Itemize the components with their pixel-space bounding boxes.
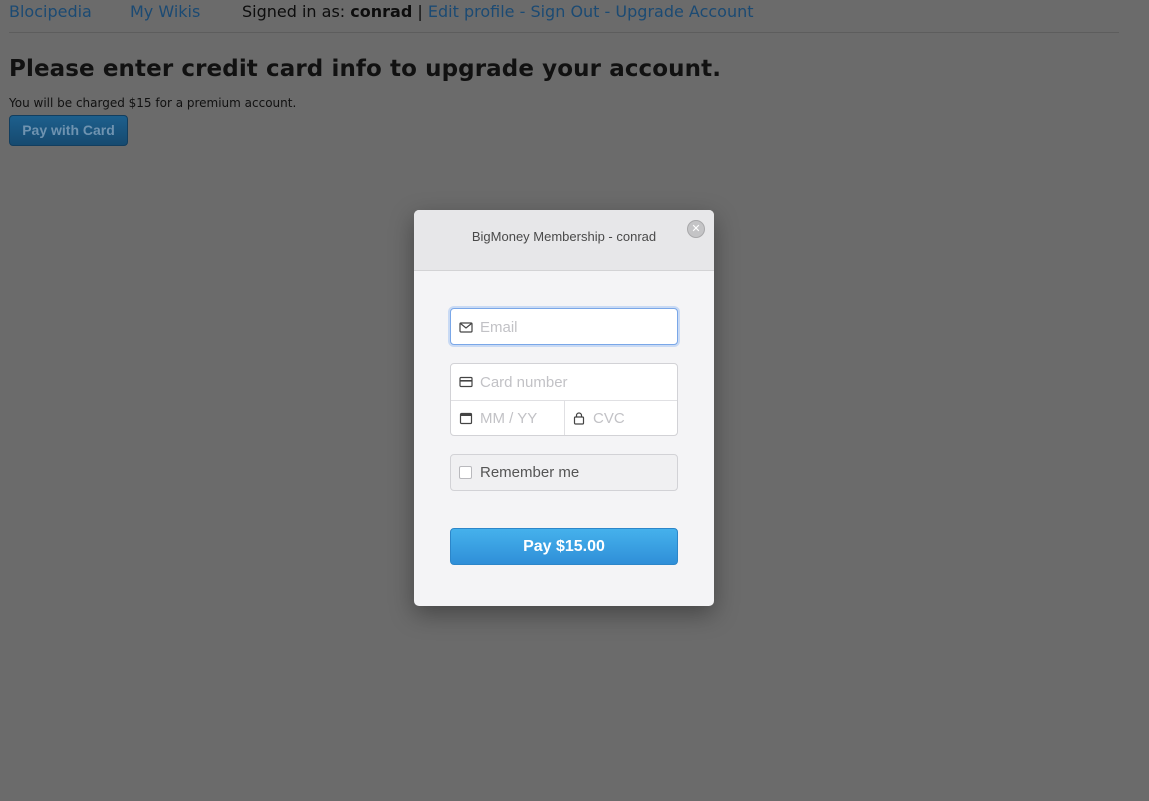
nav-link-upgrade-account[interactable]: Upgrade Account: [615, 2, 753, 21]
lock-icon: [573, 412, 585, 425]
remember-me-checkbox[interactable]: [459, 466, 472, 479]
nav-link-sign-out[interactable]: Sign Out: [530, 2, 599, 21]
email-input[interactable]: [480, 317, 670, 337]
page: Blocipedia My Wikis Signed in as: conrad…: [0, 0, 1149, 801]
payment-modal: BigMoney Membership - conrad ✕ Email Car…: [414, 210, 714, 606]
card-number-field[interactable]: [451, 364, 677, 401]
nav-link-blocipedia[interactable]: Blocipedia: [9, 2, 92, 22]
email-field[interactable]: [450, 308, 678, 345]
modal-header: BigMoney Membership - conrad ✕: [414, 210, 714, 271]
expiry-field[interactable]: [451, 400, 565, 435]
page-title: Please enter credit card info to upgrade…: [9, 56, 722, 82]
nav-link-my-wikis[interactable]: My Wikis: [130, 2, 200, 22]
charge-note: You will be charged $15 for a premium ac…: [9, 96, 297, 110]
cvc-input[interactable]: [593, 408, 671, 428]
signed-in-username: conrad: [350, 2, 413, 21]
remember-me-label: Remember me: [480, 464, 580, 481]
card-number-input[interactable]: [480, 372, 670, 392]
pay-button[interactable]: Pay $15.00: [450, 528, 678, 565]
top-nav: Blocipedia My Wikis Signed in as: conrad…: [9, 2, 1119, 33]
nav-divider: |: [417, 2, 423, 21]
calendar-icon: [459, 412, 473, 425]
close-icon[interactable]: ✕: [687, 220, 705, 238]
expiry-input[interactable]: [480, 408, 560, 428]
nav-separator: -: [604, 2, 611, 21]
pay-with-card-button[interactable]: Pay with Card: [9, 115, 128, 146]
credit-card-icon: [459, 376, 473, 388]
modal-title: BigMoney Membership - conrad: [471, 229, 657, 244]
remember-me-row[interactable]: Remember me: [450, 454, 678, 491]
signed-in-status: Signed in as: conrad | Edit profile - Si…: [242, 2, 754, 22]
card-details-group: [450, 363, 678, 436]
nav-separator: -: [519, 2, 526, 21]
cvc-field[interactable]: [564, 400, 677, 435]
envelope-icon: [459, 322, 473, 333]
signed-in-prefix: Signed in as:: [242, 2, 346, 21]
nav-link-edit-profile[interactable]: Edit profile: [428, 2, 515, 21]
